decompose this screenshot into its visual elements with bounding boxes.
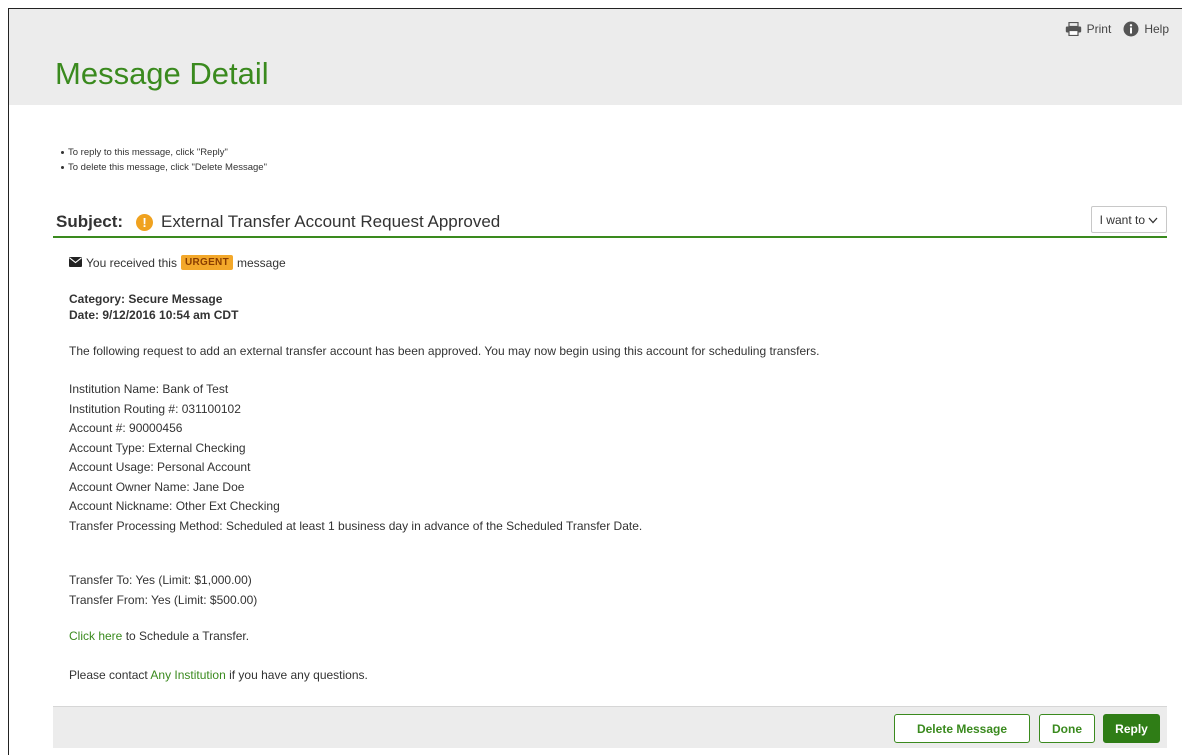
action-bar: Delete Message Done Reply (53, 706, 1167, 748)
detail-line: Institution Routing #: 031100102 (69, 401, 241, 416)
i-want-to-dropdown[interactable]: I want to (1090, 206, 1167, 233)
envelope-icon (69, 256, 82, 270)
reply-button[interactable]: Reply (1103, 714, 1160, 743)
detail-line: Transfer Processing Method: Scheduled at… (69, 518, 643, 533)
chevron-down-icon (1148, 213, 1158, 227)
warning-icon: ! (136, 214, 153, 231)
subject-label: Subject: (56, 212, 124, 231)
limit-line: Transfer To: Yes (Limit: $1,000.00) (69, 573, 252, 587)
schedule-transfer-link[interactable]: Click here (69, 629, 122, 643)
utility-links: Print Help (1065, 21, 1169, 37)
message-date: Date: 9/12/2016 10:54 am CDT (69, 308, 239, 322)
transfer-limits: Transfer To: Yes (Limit: $1,000.00) Tran… (69, 571, 257, 610)
printer-icon (1065, 22, 1082, 36)
instruction-item: To delete this message, click "Delete Me… (61, 160, 267, 175)
message-category: Category: Secure Message (69, 292, 223, 306)
detail-line: Account Type: External Checking (69, 440, 246, 455)
subject-bar: Subject: ! External Transfer Account Req… (53, 202, 1167, 238)
schedule-transfer-suffix: to Schedule a Transfer. (122, 629, 250, 643)
i-want-to-label: I want to (1099, 212, 1145, 227)
message-meta: Category: Secure Message Date: 9/12/2016… (69, 291, 238, 323)
detail-line: Institution Name: Bank of Test (69, 382, 229, 396)
subject-text: External Transfer Account Request Approv… (161, 212, 501, 231)
urgent-badge: URGENT (180, 255, 233, 270)
done-button[interactable]: Done (1039, 714, 1095, 743)
help-label: Help (1144, 22, 1169, 36)
detail-line: Account Usage: Personal Account (69, 460, 251, 474)
instructions-list: To reply to this message, click "Reply" … (61, 145, 267, 175)
detail-line: Account #: 90000456 (69, 421, 183, 435)
contact-suffix: if you have any questions. (225, 668, 368, 682)
help-link[interactable]: Help (1123, 21, 1169, 37)
schedule-transfer-line: Click here to Schedule a Transfer. (69, 629, 249, 643)
print-label: Print (1086, 22, 1112, 36)
delete-message-button[interactable]: Delete Message (894, 714, 1030, 743)
limit-line: Transfer From: Yes (Limit: $500.00) (69, 592, 258, 607)
help-icon (1123, 21, 1139, 37)
message-intro: The following request to add an external… (69, 344, 820, 358)
received-suffix: message (236, 255, 286, 270)
contact-prefix: Please contact (69, 668, 151, 682)
detail-line: Account Owner Name: Jane Doe (69, 479, 245, 494)
instruction-item: To reply to this message, click "Reply" (61, 145, 267, 160)
detail-line: Account Nickname: Other Ext Checking (69, 499, 280, 513)
institution-link[interactable]: Any Institution (150, 668, 225, 682)
page-title: Message Detail (55, 56, 269, 91)
account-details: Institution Name: Bank of Test Instituti… (69, 380, 642, 536)
received-line: You received this URGENT message (69, 255, 286, 270)
page-frame: Print Help Message Detail To reply to th… (8, 8, 1182, 755)
contact-line: Please contact Any Institution if you ha… (69, 668, 368, 682)
page-header: Print Help Message Detail (9, 9, 1182, 105)
print-link[interactable]: Print (1065, 22, 1112, 36)
received-prefix: You received this (86, 255, 177, 270)
